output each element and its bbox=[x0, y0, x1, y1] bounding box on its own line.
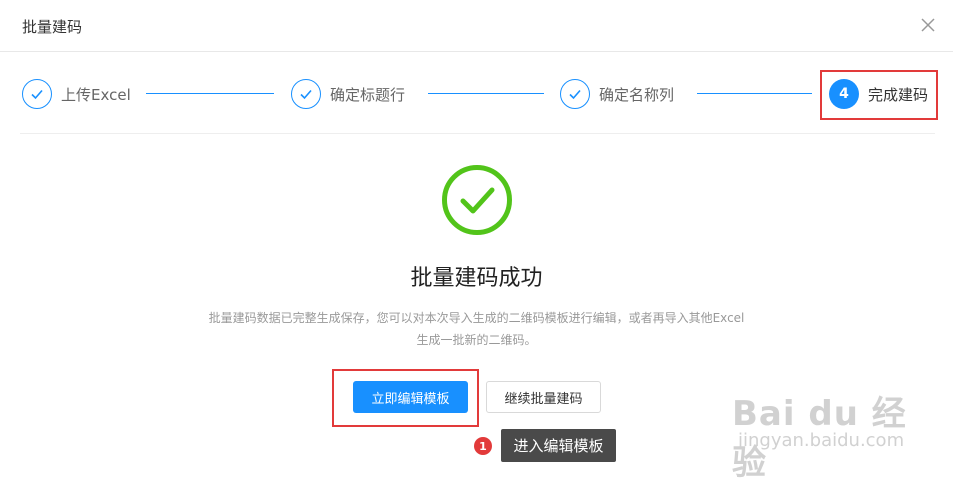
annotation-number-badge: 1 bbox=[474, 437, 492, 455]
steps-bar: 上传Excel 确定标题行 确定名称列 4 完成建码 bbox=[0, 52, 953, 134]
close-icon[interactable] bbox=[919, 16, 937, 34]
step-confirm-name-column: 确定名称列 bbox=[560, 77, 674, 111]
watermark-url: jingyan.baidu.com bbox=[738, 430, 905, 451]
continue-batch-button[interactable]: 继续批量建码 bbox=[486, 381, 601, 413]
step-label: 确定标题行 bbox=[330, 85, 406, 104]
steps-divider bbox=[20, 133, 935, 134]
step-confirm-header-row: 确定标题行 bbox=[291, 77, 405, 111]
dialog-title: 批量建码 bbox=[22, 18, 83, 36]
step-label: 上传Excel bbox=[61, 85, 131, 104]
step-connector bbox=[146, 93, 274, 94]
check-icon bbox=[560, 79, 590, 109]
result-description-line: 生成一批新的二维码。 bbox=[416, 333, 537, 347]
step-upload-excel: 上传Excel bbox=[22, 77, 131, 111]
check-icon bbox=[291, 79, 321, 109]
result-description: 批量建码数据已完整生成保存，您可以对本次导入生成的二维码模板进行编辑，或者再导入… bbox=[160, 307, 793, 351]
success-check-circle-icon bbox=[442, 165, 512, 235]
result-description-line: 批量建码数据已完整生成保存，您可以对本次导入生成的二维码模板进行编辑，或者再导入… bbox=[208, 311, 745, 325]
step-label: 确定名称列 bbox=[599, 85, 675, 104]
highlight-box-edit-button bbox=[332, 369, 479, 427]
check-icon bbox=[22, 79, 52, 109]
result-title: 批量建码成功 bbox=[410, 266, 543, 291]
dialog-header: 批量建码 bbox=[0, 0, 953, 52]
annotation-tooltip: 进入编辑模板 bbox=[501, 429, 616, 462]
step-connector bbox=[428, 93, 544, 94]
highlight-box-current-step bbox=[820, 70, 938, 120]
step-connector bbox=[697, 93, 812, 94]
watermark: Bai du 经验 jingyan.baidu.com bbox=[728, 386, 933, 483]
